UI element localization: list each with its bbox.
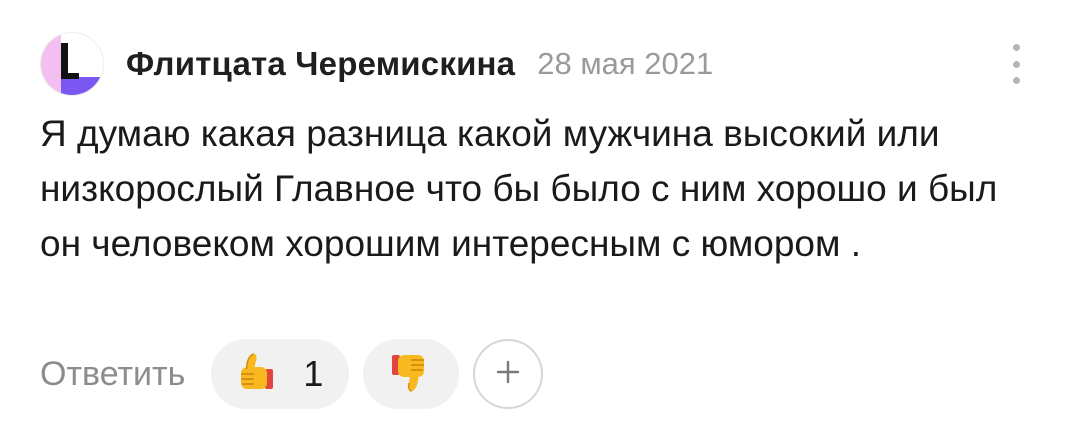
menu-dot bbox=[1012, 60, 1020, 68]
comment-date: 28 мая 2021 bbox=[537, 46, 714, 81]
menu-dot bbox=[1012, 77, 1020, 84]
comment-actions: Ответить 1 bbox=[40, 338, 544, 410]
add-reaction-button[interactable] bbox=[473, 339, 544, 409]
avatar-image bbox=[41, 33, 103, 95]
like-count: 1 bbox=[303, 353, 324, 394]
author-name[interactable]: Флитцата Черемискина bbox=[126, 45, 515, 83]
plus-icon bbox=[495, 359, 521, 390]
thumbs-up-icon bbox=[231, 349, 277, 400]
dislike-button[interactable] bbox=[363, 339, 460, 409]
more-options-icon[interactable] bbox=[1004, 44, 1028, 84]
like-button[interactable]: 1 bbox=[211, 339, 350, 409]
avatar[interactable] bbox=[40, 32, 104, 96]
thumbs-down-icon bbox=[388, 349, 434, 400]
reply-button[interactable]: Ответить bbox=[40, 355, 185, 394]
comment-card: Флитцата Черемискина 28 мая 2021 Я думаю… bbox=[0, 0, 1080, 436]
comment-text: Я думаю какая разница какой мужчина высо… bbox=[40, 113, 998, 264]
menu-dot bbox=[1012, 44, 1020, 51]
comment-header: Флитцата Черемискина 28 мая 2021 bbox=[40, 30, 713, 98]
